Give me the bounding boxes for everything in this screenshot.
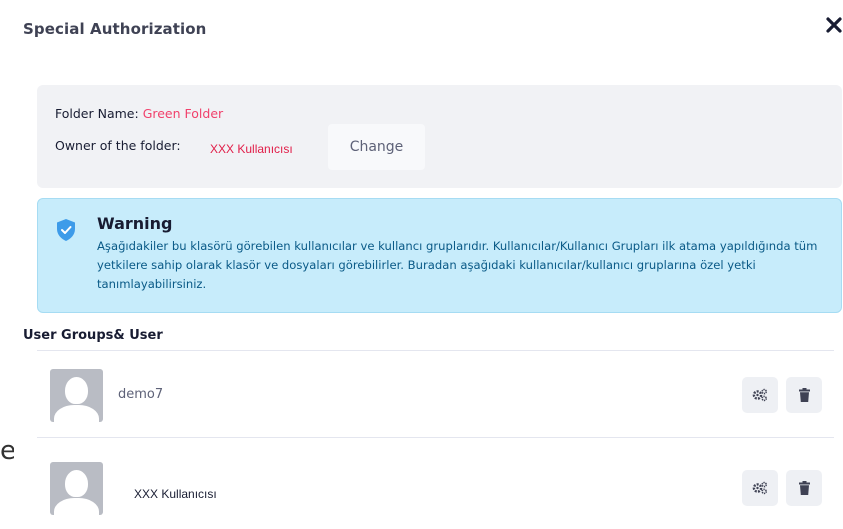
change-owner-button[interactable]: Change — [328, 124, 425, 170]
trash-icon — [798, 388, 810, 402]
delete-user-button[interactable] — [786, 470, 822, 506]
folder-name-label: Folder Name: — [55, 106, 139, 121]
trash-icon — [798, 481, 810, 495]
warning-alert: Warning Aşağıdakiler bu klasörü görebile… — [37, 198, 842, 313]
permissions-gears-button[interactable] — [742, 377, 778, 413]
warning-title: Warning — [97, 214, 173, 233]
gears-icon — [752, 388, 767, 402]
close-icon[interactable] — [825, 16, 843, 38]
user-name: demo7 — [118, 387, 164, 402]
special-authorization-modal: Special Authorization Folder Name: Green… — [14, 0, 843, 529]
close-icon-graphic — [826, 17, 842, 33]
modal-header: Special Authorization — [14, 0, 843, 62]
folder-owner-label: Owner of the folder: — [55, 138, 181, 153]
folder-owner-value: XXX Kullanıcısı — [210, 142, 293, 156]
user-groups-heading: User Groups& User — [23, 328, 163, 343]
folder-info-panel: Folder Name: Green Folder Owner of the f… — [37, 85, 842, 188]
delete-user-button[interactable] — [786, 377, 822, 413]
folder-name-row: Folder Name: Green Folder — [55, 106, 223, 121]
gears-icon — [752, 481, 767, 495]
row-divider — [37, 437, 834, 438]
folder-name-value: Green Folder — [142, 106, 224, 121]
section-divider — [37, 350, 834, 351]
modal-title: Special Authorization — [23, 20, 207, 38]
avatar — [50, 369, 103, 422]
avatar — [50, 462, 103, 515]
user-name: XXX Kullanıcısı — [134, 487, 217, 501]
permissions-gears-button[interactable] — [742, 470, 778, 506]
shield-check-icon — [57, 219, 75, 241]
warning-message: Aşağıdakiler bu klasörü görebilen kullan… — [97, 239, 818, 291]
